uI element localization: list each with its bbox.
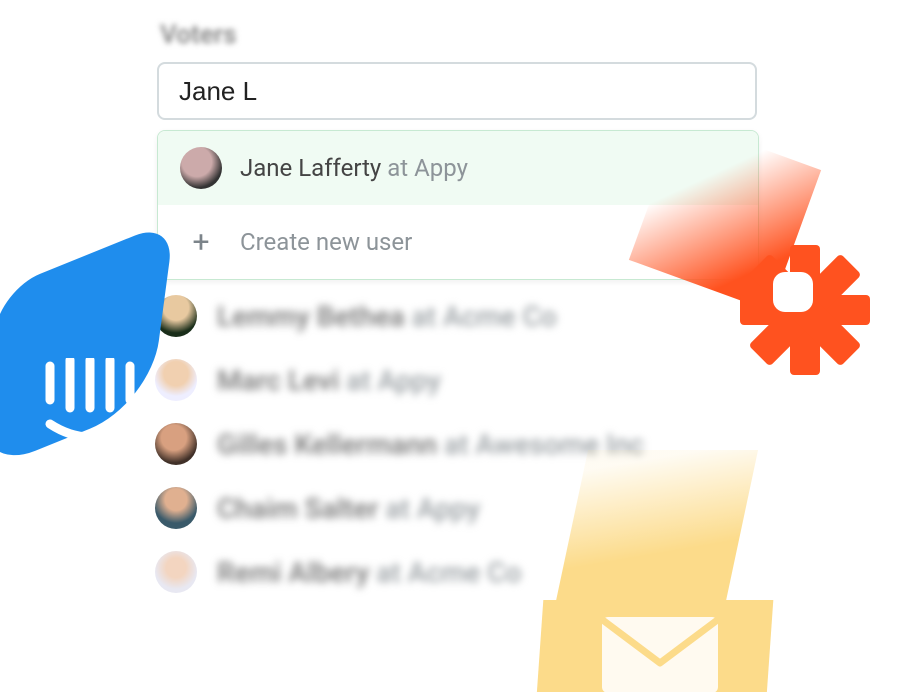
field-label: Voters (160, 20, 236, 50)
user-label: Remi Albery at Acme Co (217, 556, 521, 589)
create-new-user-label: Create new user (240, 228, 412, 256)
avatar (155, 295, 197, 337)
user-suggestion-row[interactable]: Jane Lafferty at Appy (158, 131, 758, 205)
list-item[interactable]: Chaim Salter at Appy (155, 487, 644, 529)
list-item[interactable]: Lemmy Bethea at Acme Co (155, 295, 644, 337)
suggestion-text: Jane Lafferty at Appy (240, 154, 468, 182)
avatar (155, 359, 197, 401)
user-label: Marc Levi at Appy (217, 364, 441, 397)
list-item[interactable]: Gilles Kellermann at Awesome Inc (155, 423, 644, 465)
intercom-icon (38, 358, 138, 448)
user-label: Gilles Kellermann at Awesome Inc (217, 428, 644, 461)
plus-icon: + (180, 221, 222, 263)
list-item[interactable]: Remi Albery at Acme Co (155, 551, 644, 593)
suggestion-name: Jane Lafferty (240, 154, 381, 182)
user-label: Lemmy Bethea at Acme Co (217, 300, 557, 333)
suggestion-company: Appy (414, 154, 468, 182)
user-search-input-wrapper[interactable] (157, 62, 757, 120)
list-item[interactable]: Marc Levi at Appy (155, 359, 644, 401)
user-search-input[interactable] (177, 75, 737, 108)
user-search-dropdown: Jane Lafferty at Appy + Create new user (157, 130, 759, 280)
user-list: Lemmy Bethea at Acme Co Marc Levi at App… (155, 295, 644, 593)
avatar (155, 551, 197, 593)
avatar (155, 423, 197, 465)
user-label: Chaim Salter at Appy (217, 492, 480, 525)
avatar (155, 487, 197, 529)
intercom-logo-decoration (0, 290, 175, 465)
create-new-user-row[interactable]: + Create new user (158, 205, 758, 279)
mail-icon (600, 615, 720, 692)
avatar (180, 147, 222, 189)
suggestion-at: at (387, 154, 408, 182)
